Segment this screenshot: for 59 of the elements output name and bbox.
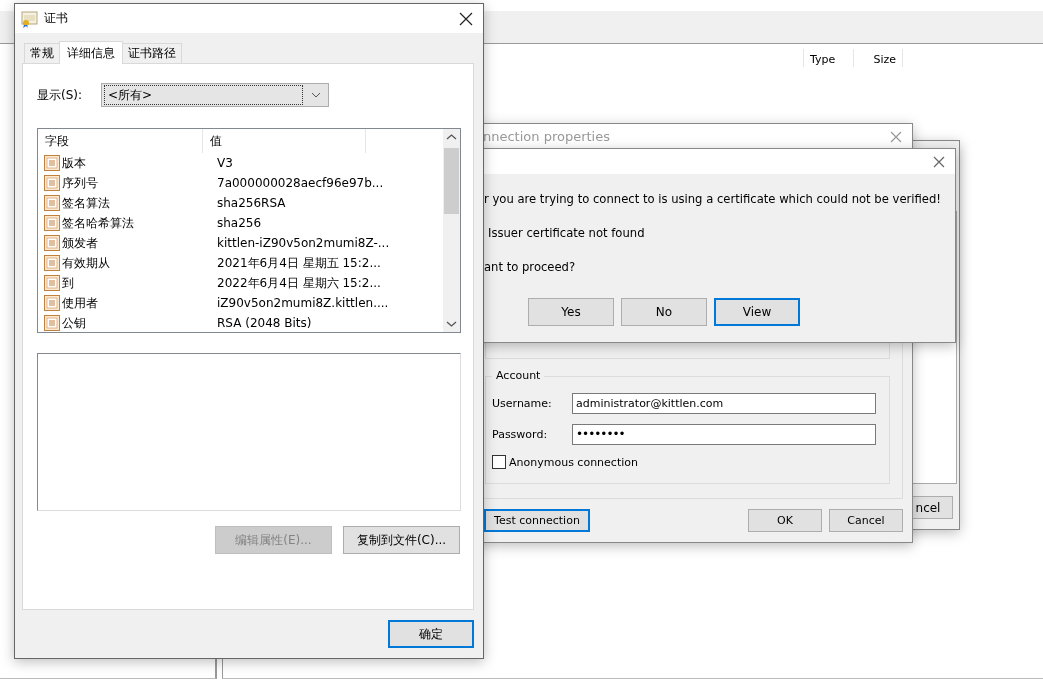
table-cell-text: 使用者 bbox=[61, 294, 99, 312]
table-cell-text: 签名算法 bbox=[61, 194, 111, 212]
field-icon bbox=[44, 155, 60, 171]
column-header[interactable]: 值 bbox=[202, 129, 367, 153]
tab[interactable]: 详细信息 bbox=[59, 41, 123, 64]
password-field[interactable]: •••••••• bbox=[572, 424, 876, 445]
window-title: nnection properties bbox=[483, 129, 610, 144]
close-icon[interactable] bbox=[459, 11, 473, 26]
checkbox[interactable] bbox=[492, 455, 506, 469]
field-label: Password: bbox=[492, 428, 549, 441]
dialog-button[interactable]: OK bbox=[748, 509, 822, 532]
table-cell-text: 颁发者 bbox=[61, 234, 99, 252]
field-icon bbox=[44, 275, 60, 291]
dialog-button[interactable]: Cancel bbox=[829, 509, 903, 532]
table-cell: RSA (2048 Bits) bbox=[217, 316, 312, 330]
field-icon bbox=[44, 235, 60, 251]
field-icon bbox=[44, 175, 60, 191]
dialog-button[interactable]: Test connection bbox=[484, 509, 590, 532]
ok-button[interactable]: 确定 bbox=[388, 620, 474, 648]
table-cell-text: 版本 bbox=[61, 154, 87, 172]
scrollbar[interactable] bbox=[443, 129, 460, 332]
field-icon bbox=[44, 215, 60, 231]
table-cell: 2022年6月4日 星期六 15:2... bbox=[217, 274, 381, 292]
table-cell-text: 到 bbox=[61, 274, 75, 292]
table-cell-text: 有效期从 bbox=[61, 254, 111, 272]
window-title: 证书 bbox=[44, 10, 69, 27]
field-icon bbox=[44, 295, 60, 311]
field-icon bbox=[44, 195, 60, 211]
dialog-button[interactable]: No bbox=[621, 298, 707, 326]
table-cell: iZ90v5on2mumi8Z.kittlen.... bbox=[217, 296, 389, 310]
field-label: 显示(S): bbox=[37, 86, 81, 104]
table-cell: kittlen-iZ90v5on2mumi8Z-... bbox=[217, 236, 390, 250]
tab[interactable]: 常规 bbox=[24, 43, 60, 63]
group-title: Account bbox=[492, 369, 545, 382]
column-header[interactable]: Size bbox=[853, 49, 903, 67]
column-header[interactable]: Type bbox=[803, 49, 853, 67]
dialog-button[interactable]: 复制到文件(C)... bbox=[343, 526, 460, 554]
dialog-button[interactable]: Yes bbox=[528, 298, 614, 326]
dialog-button[interactable]: View bbox=[714, 298, 800, 326]
table-cell: sha256RSA bbox=[217, 196, 286, 210]
tab[interactable]: 证书路径 bbox=[122, 43, 182, 63]
table-cell-text: 序列号 bbox=[61, 174, 99, 192]
field-label: Username: bbox=[492, 397, 553, 410]
checkbox-label: Anonymous connection bbox=[509, 455, 638, 469]
dropdown[interactable]: <所有> bbox=[101, 83, 329, 107]
message-text: ant to proceed? bbox=[484, 259, 576, 275]
message-text: Issuer certificate not found bbox=[487, 225, 645, 241]
table-cell: sha256 bbox=[217, 216, 262, 230]
table-cell-text: 公钥 bbox=[61, 314, 87, 332]
username-field[interactable]: administrator@kittlen.com bbox=[572, 393, 876, 414]
table-cell: V3 bbox=[217, 156, 233, 170]
field-icon bbox=[44, 315, 60, 331]
column-header[interactable]: 字段 bbox=[38, 129, 203, 153]
table-cell-text: 签名哈希算法 bbox=[61, 214, 135, 232]
table-cell: 7a000000028aecf96e97b... bbox=[217, 176, 384, 190]
message-text: r you are trying to connect to is using a certificate which could not be verified! bbox=[484, 191, 941, 207]
table-cell: 2021年6月4日 星期五 15:2... bbox=[217, 254, 381, 272]
certificate-icon bbox=[20, 9, 38, 28]
field-icon bbox=[44, 255, 60, 271]
